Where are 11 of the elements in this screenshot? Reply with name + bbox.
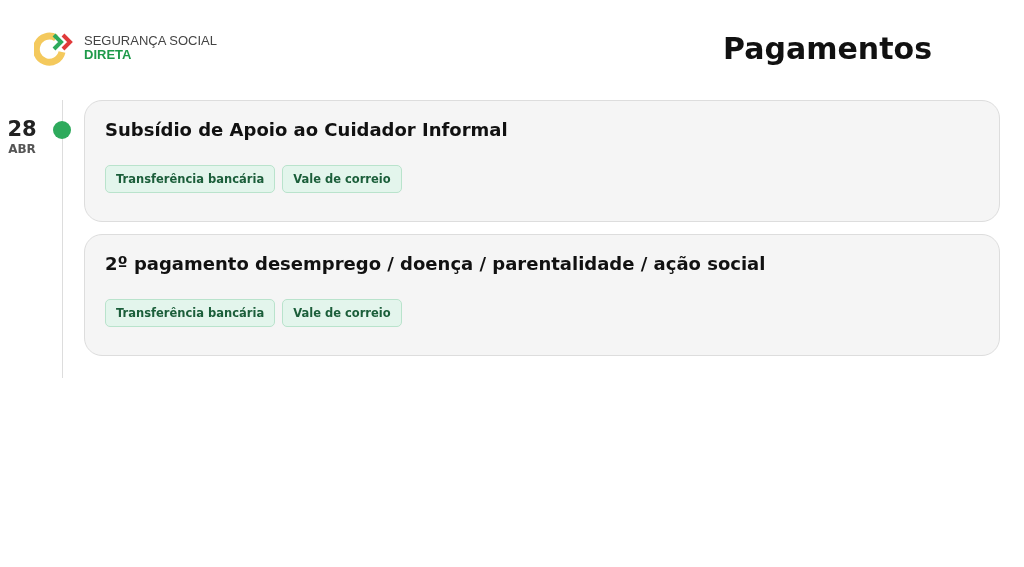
payment-method-tag: Vale de correio xyxy=(282,299,402,327)
page-title: Pagamentos xyxy=(723,30,932,66)
month-label: ABR xyxy=(8,142,36,156)
payment-method-tag: Transferência bancária xyxy=(105,165,276,193)
day-number: 28 xyxy=(7,116,37,142)
payment-name: 2º pagamento desemprego / doença / parentalidade / ação social xyxy=(105,253,767,274)
payment-name: Subsídio de Apoio ao Cuidador Informal xyxy=(105,119,509,140)
logo-text: SEGURANÇA SOCIAL xyxy=(84,34,217,48)
logo-subtext: DIRETA xyxy=(84,48,132,62)
payment-method-tag: Vale de correio xyxy=(282,165,402,193)
payment-method-tag: Transferência bancária xyxy=(105,299,276,327)
